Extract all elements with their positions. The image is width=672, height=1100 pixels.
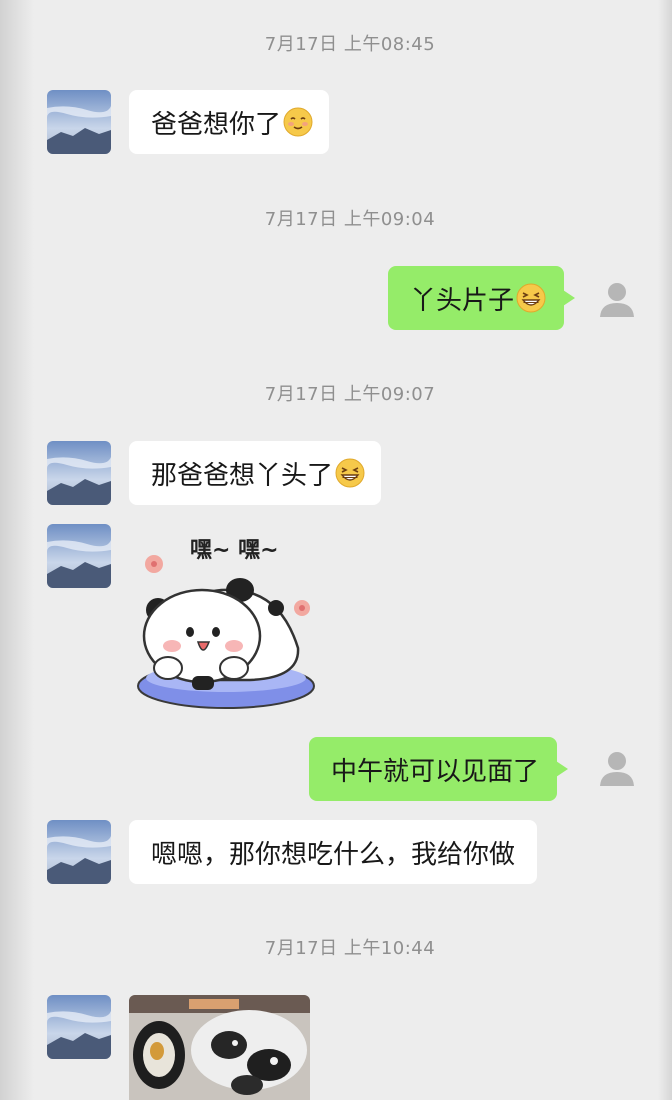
flower-icon <box>294 600 310 616</box>
person-icon <box>600 283 634 317</box>
message-bubble-received[interactable]: 那爸爸想丫头了 <box>129 441 382 505</box>
message-bubble-received[interactable]: 爸爸想你了 <box>129 90 330 154</box>
message-text: 那爸爸想丫头了 <box>151 460 334 491</box>
message-text: 丫头片子 <box>410 285 515 316</box>
contact-avatar[interactable] <box>47 820 111 884</box>
message-bubble-sent[interactable]: 丫头片子 <box>388 266 576 330</box>
my-avatar[interactable] <box>590 741 644 795</box>
timestamp: 7月17日 上午09:04 <box>264 209 436 230</box>
message-text: 爸爸想你了 <box>151 109 282 140</box>
food-photo[interactable] <box>129 995 310 1100</box>
contact-avatar[interactable] <box>47 995 111 1059</box>
message-bubble-received[interactable]: 嗯嗯，那你想吃什么，我给你做 <box>129 820 538 884</box>
blushing-emoji-icon <box>283 107 313 137</box>
person-icon <box>600 752 634 786</box>
grin-emoji-icon <box>335 458 365 488</box>
contact-avatar[interactable] <box>47 441 111 505</box>
grin-emoji-icon <box>516 283 546 313</box>
flower-icon <box>145 555 163 573</box>
sticker-caption: 嘿~ 嘿~ <box>190 538 279 563</box>
contact-avatar[interactable] <box>47 524 111 588</box>
timestamp: 7月17日 上午10:44 <box>264 938 436 959</box>
timestamp: 7月17日 上午08:45 <box>264 34 436 55</box>
message-bubble-sent[interactable]: 中午就可以见面了 <box>309 737 569 801</box>
message-text: 中午就可以见面了 <box>331 756 540 787</box>
contact-avatar[interactable] <box>47 90 111 154</box>
message-text: 嗯嗯，那你想吃什么，我给你做 <box>151 839 516 870</box>
my-avatar[interactable] <box>590 272 644 326</box>
timestamp: 7月17日 上午09:07 <box>264 384 436 405</box>
